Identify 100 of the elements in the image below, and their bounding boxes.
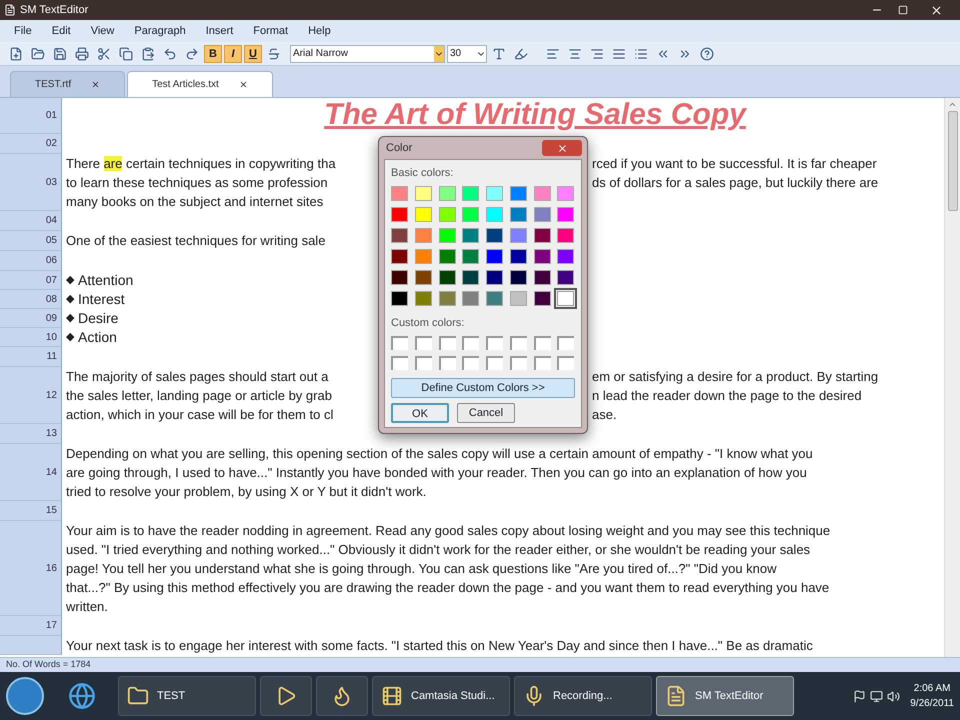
color-swatch[interactable] (534, 207, 550, 222)
custom-color-slot[interactable] (414, 356, 432, 370)
font-size-field[interactable]: 30 (447, 44, 487, 62)
ok-button[interactable]: OK (391, 403, 449, 423)
color-swatch[interactable] (557, 207, 574, 222)
tab[interactable]: TEST.rtf (10, 71, 126, 97)
cancel-button[interactable]: Cancel (457, 403, 515, 423)
color-swatch[interactable] (438, 228, 456, 243)
color-swatch[interactable] (510, 186, 527, 201)
tab[interactable]: Test Articles.txt (127, 71, 273, 97)
color-swatch[interactable] (534, 270, 550, 285)
color-swatch[interactable] (414, 186, 432, 201)
custom-color-slot[interactable] (510, 356, 527, 370)
menu-item[interactable]: File (14, 22, 32, 40)
color-swatch[interactable] (414, 291, 432, 306)
color-swatch[interactable] (391, 186, 408, 201)
flag-icon[interactable] (853, 690, 866, 702)
color-swatch[interactable] (557, 270, 574, 285)
format-button[interactable]: B (204, 44, 222, 62)
color-swatch[interactable] (557, 186, 574, 201)
color-swatch[interactable] (462, 228, 480, 243)
custom-color-slot[interactable] (438, 356, 456, 370)
taskbar-button[interactable] (260, 676, 312, 716)
color-swatch[interactable] (486, 270, 503, 285)
color-swatch[interactable] (510, 207, 527, 222)
menu-item[interactable]: Format (253, 22, 288, 40)
format-button[interactable]: I (224, 44, 242, 62)
color-swatch[interactable] (438, 186, 456, 201)
color-swatch[interactable] (486, 186, 503, 201)
dropdown-icon (434, 46, 444, 62)
close-tab-icon[interactable] (238, 80, 248, 89)
color-swatch[interactable] (486, 291, 503, 306)
start-button[interactable] (6, 677, 44, 715)
color-swatch[interactable] (486, 249, 503, 264)
format-button[interactable]: U (244, 44, 262, 62)
menu-item[interactable]: Insert (206, 22, 234, 40)
color-swatch[interactable] (510, 249, 527, 264)
color-swatch[interactable] (462, 186, 480, 201)
color-swatch[interactable] (534, 186, 550, 201)
color-swatch[interactable] (534, 249, 550, 264)
color-swatch[interactable] (391, 270, 408, 285)
custom-color-slot[interactable] (534, 356, 550, 370)
taskbar-button[interactable]: Camtasia Studi... (372, 676, 510, 716)
color-swatch[interactable] (414, 207, 432, 222)
taskbar-button[interactable]: TEST (118, 676, 256, 716)
paragraph-line: Your next task is to engage her interest with some facts. "I started this on New Year's Day and since then I have..." Be as dramatic (66, 637, 813, 655)
color-swatch[interactable] (391, 249, 408, 264)
custom-color-slot[interactable] (462, 336, 480, 350)
color-swatch[interactable] (486, 228, 503, 243)
color-swatch[interactable] (391, 207, 408, 222)
color-swatch[interactable] (438, 249, 456, 264)
custom-color-slot[interactable] (557, 356, 574, 370)
font-field[interactable]: Arial Narrow (290, 44, 445, 62)
custom-color-slot[interactable] (486, 356, 503, 370)
color-swatch[interactable] (438, 291, 456, 306)
taskbar-button[interactable]: Recording... (514, 676, 652, 716)
speaker-icon[interactable] (887, 690, 900, 702)
bullet-text: Interest (78, 290, 125, 309)
custom-color-slot[interactable] (462, 356, 480, 370)
custom-color-slot[interactable] (510, 336, 527, 350)
custom-color-slot[interactable] (557, 336, 574, 350)
menu-item[interactable]: Edit (52, 22, 71, 40)
scroll-up-icon[interactable] (948, 100, 957, 109)
menu-item[interactable]: Paragraph (134, 22, 186, 40)
color-swatch[interactable] (391, 228, 408, 243)
color-swatch[interactable] (534, 228, 550, 243)
color-swatch[interactable] (414, 270, 432, 285)
color-swatch[interactable] (462, 291, 480, 306)
color-swatch[interactable] (557, 291, 574, 306)
globe-icon[interactable] (68, 682, 96, 710)
custom-color-slot[interactable] (438, 336, 456, 350)
custom-color-slot[interactable] (534, 336, 550, 350)
color-swatch[interactable] (438, 270, 456, 285)
color-swatch[interactable] (557, 228, 574, 243)
color-swatch[interactable] (557, 249, 574, 264)
color-swatch[interactable] (462, 249, 480, 264)
color-swatch[interactable] (462, 270, 480, 285)
custom-color-slot[interactable] (391, 336, 408, 350)
color-swatch[interactable] (510, 228, 527, 243)
custom-color-slot[interactable] (486, 336, 503, 350)
menu-item[interactable]: View (90, 22, 114, 40)
scrollbar[interactable] (944, 98, 960, 657)
color-swatch[interactable] (414, 228, 432, 243)
custom-color-slot[interactable] (391, 356, 408, 370)
menu-item[interactable]: Help (308, 22, 331, 40)
color-swatch[interactable] (462, 207, 480, 222)
color-swatch[interactable] (438, 207, 456, 222)
monitor-icon[interactable] (870, 690, 884, 702)
color-swatch[interactable] (391, 291, 408, 306)
color-swatch[interactable] (486, 207, 503, 222)
define-custom-colors-button[interactable]: Define Custom Colors >> (391, 378, 575, 398)
close-tab-icon[interactable] (91, 80, 100, 89)
color-swatch[interactable] (534, 291, 550, 306)
color-swatch[interactable] (510, 291, 527, 306)
color-swatch[interactable] (414, 249, 432, 264)
scrollbar-thumb[interactable] (948, 111, 958, 211)
custom-color-slot[interactable] (414, 336, 432, 350)
taskbar-button[interactable]: SM TextEditor (656, 676, 794, 716)
taskbar-button[interactable] (316, 676, 368, 716)
color-swatch[interactable] (510, 270, 527, 285)
